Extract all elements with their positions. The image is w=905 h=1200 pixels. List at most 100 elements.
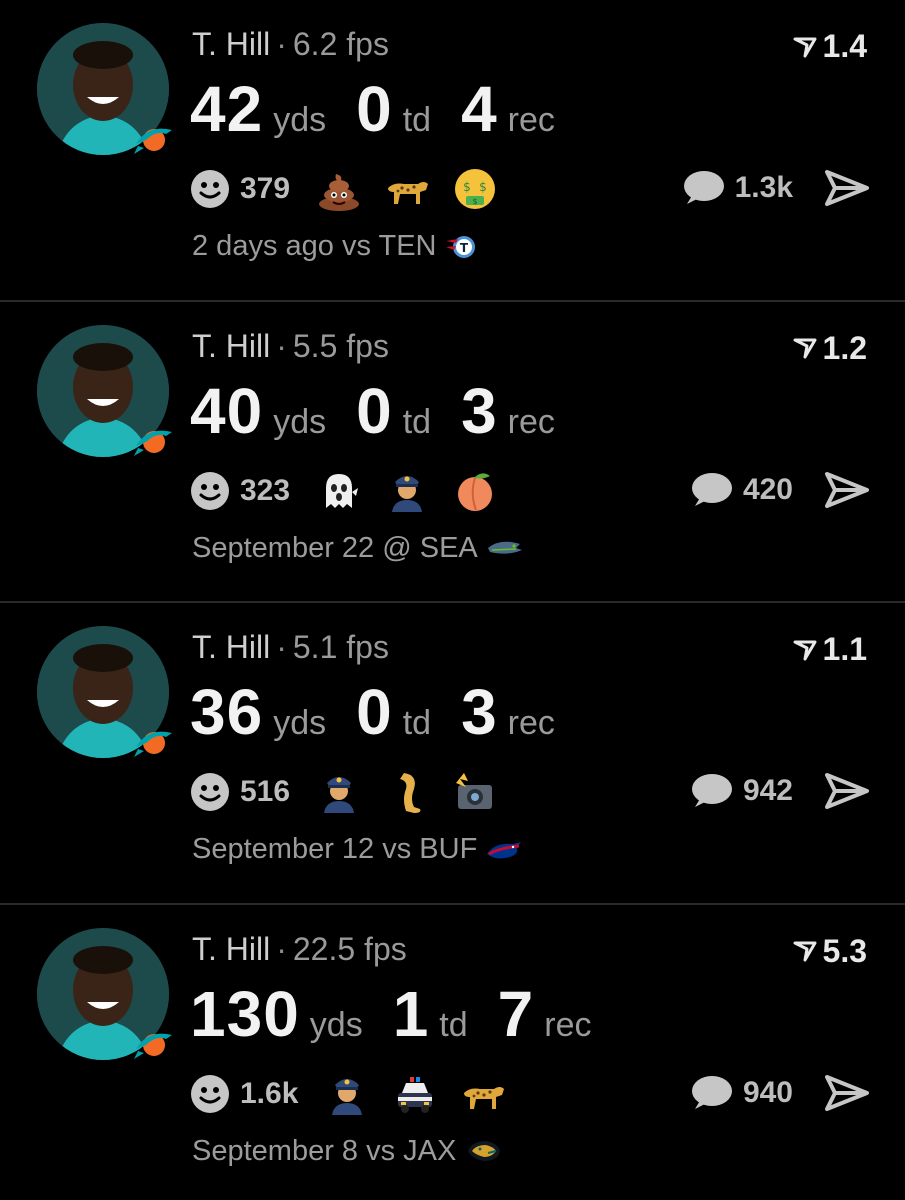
police-officer-emoji-icon[interactable] bbox=[384, 468, 430, 514]
receptions-unit: rec bbox=[507, 101, 555, 139]
receptions-unit: rec bbox=[507, 704, 555, 742]
touchdowns-unit: td bbox=[402, 101, 432, 139]
svg-text:$: $ bbox=[473, 197, 478, 206]
comment-count: 420 bbox=[742, 472, 793, 506]
game-date-opponent: 2 days ago vs TEN bbox=[192, 230, 437, 262]
yards-unit: yds bbox=[273, 402, 327, 441]
score-badge: 1.4 bbox=[793, 28, 867, 65]
stat-line: 36 yds 0 td 3 rec bbox=[190, 675, 585, 749]
receptions-value: 4 bbox=[461, 73, 498, 145]
touchdowns-value: 0 bbox=[356, 73, 393, 145]
comments-button[interactable]: 1.3k bbox=[681, 168, 793, 208]
smiley-icon[interactable] bbox=[190, 1074, 230, 1114]
camera-flash-emoji-icon[interactable] bbox=[452, 769, 498, 815]
dolphins-logo-icon bbox=[134, 128, 172, 154]
share-send-icon[interactable] bbox=[825, 470, 869, 510]
game-meta: 2 days ago vs TEN T bbox=[192, 230, 482, 263]
reaction-bar: 1.6k bbox=[190, 1071, 528, 1117]
share-send-icon[interactable] bbox=[825, 1073, 869, 1113]
dolphins-logo-icon bbox=[134, 430, 172, 456]
touchdowns-value: 0 bbox=[356, 676, 393, 748]
touchdowns-unit: td bbox=[402, 402, 432, 441]
comment-bubble-icon bbox=[683, 171, 724, 204]
seahawks-logo-icon bbox=[487, 541, 522, 554]
game-feed: T. Hill · 6.2 fps 1.4 42 yds 0 td 4 rec 379 $… bbox=[0, 0, 905, 1200]
player-name[interactable]: T. Hill bbox=[192, 931, 270, 967]
reaction-count[interactable]: 516 bbox=[240, 775, 290, 809]
score-value: 1.2 bbox=[822, 329, 867, 366]
pennant-icon bbox=[793, 338, 817, 359]
player-name-row: T. Hill · 5.5 fps bbox=[192, 327, 389, 364]
receptions-unit: rec bbox=[544, 1005, 592, 1044]
peach-emoji-icon[interactable] bbox=[452, 468, 498, 514]
game-meta: September 12 vs BUF bbox=[192, 833, 523, 866]
police-car-emoji-icon[interactable] bbox=[392, 1071, 438, 1117]
reaction-count[interactable]: 323 bbox=[240, 474, 290, 508]
police-officer-emoji-icon[interactable] bbox=[316, 769, 362, 815]
game-meta: September 22 @ SEA bbox=[192, 532, 524, 565]
money-mouth-emoji-icon[interactable]: $ $ $ bbox=[452, 166, 498, 212]
share-send-icon[interactable] bbox=[825, 168, 869, 208]
receptions-value: 7 bbox=[497, 977, 535, 1050]
svg-text:$: $ bbox=[463, 180, 471, 194]
leopard-emoji-icon[interactable] bbox=[460, 1071, 506, 1117]
game-card[interactable]: T. Hill · 22.5 fps 5.3 130 yds 1 td 7 rec 1.6… bbox=[0, 905, 905, 1200]
yards-unit: yds bbox=[309, 1005, 363, 1044]
dolphins-logo-icon bbox=[134, 1033, 172, 1059]
player-name[interactable]: T. Hill bbox=[192, 328, 270, 364]
player-name[interactable]: T. Hill bbox=[192, 26, 270, 62]
comments-button[interactable]: 942 bbox=[689, 771, 793, 811]
pennant-icon bbox=[793, 640, 817, 660]
comment-bubble-icon bbox=[691, 774, 732, 807]
pennant-icon bbox=[793, 37, 817, 57]
player-name-row: T. Hill · 5.1 fps bbox=[192, 629, 389, 665]
game-card[interactable]: T. Hill · 5.5 fps 1.2 40 yds 0 td 3 rec 323 4… bbox=[0, 302, 905, 603]
share-send-icon[interactable] bbox=[825, 771, 869, 811]
leg-emoji-icon[interactable] bbox=[384, 769, 430, 815]
jaguars-logo-icon bbox=[468, 1141, 501, 1161]
fantasy-points: 5.1 fps bbox=[292, 629, 389, 665]
game-date-opponent: September 22 @ SEA bbox=[192, 531, 478, 564]
game-card[interactable]: T. Hill · 6.2 fps 1.4 42 yds 0 td 4 rec 379 $… bbox=[0, 0, 905, 302]
stat-line: 130 yds 1 td 7 rec bbox=[190, 977, 621, 1051]
svg-text:$: $ bbox=[479, 180, 487, 194]
score-badge: 5.3 bbox=[793, 933, 867, 970]
score-value: 1.1 bbox=[822, 631, 867, 667]
poop-emoji-icon[interactable] bbox=[316, 166, 362, 212]
ghost-emoji-icon[interactable] bbox=[316, 468, 362, 514]
touchdowns-unit: td bbox=[439, 1005, 468, 1044]
smiley-icon[interactable] bbox=[190, 169, 230, 209]
yards-value: 42 bbox=[190, 73, 264, 145]
titans-logo-icon: T bbox=[446, 235, 476, 258]
score-value: 1.4 bbox=[822, 28, 867, 64]
comments-button[interactable]: 940 bbox=[689, 1073, 793, 1113]
score-value: 5.3 bbox=[822, 932, 867, 969]
game-card[interactable]: T. Hill · 5.1 fps 1.1 36 yds 0 td 3 rec 516 9… bbox=[0, 603, 905, 905]
player-name-row: T. Hill · 6.2 fps bbox=[192, 26, 389, 62]
smiley-icon[interactable] bbox=[190, 471, 230, 511]
score-badge: 1.1 bbox=[793, 631, 867, 668]
smiley-icon[interactable] bbox=[190, 772, 230, 812]
touchdowns-value: 0 bbox=[356, 374, 393, 447]
yards-unit: yds bbox=[273, 704, 327, 742]
game-date-opponent: September 12 vs BUF bbox=[192, 833, 478, 865]
leopard-emoji-icon[interactable] bbox=[384, 166, 430, 212]
receptions-value: 3 bbox=[461, 374, 498, 447]
comment-bubble-icon bbox=[691, 1075, 732, 1109]
player-name-row: T. Hill · 22.5 fps bbox=[192, 930, 407, 967]
bills-logo-icon bbox=[487, 841, 522, 858]
game-date-opponent: September 8 vs JAX bbox=[192, 1134, 457, 1167]
comments-button[interactable]: 420 bbox=[689, 470, 793, 510]
fantasy-points: 5.5 fps bbox=[292, 327, 389, 364]
police-officer-emoji-icon[interactable] bbox=[324, 1071, 370, 1117]
fantasy-points: 22.5 fps bbox=[292, 930, 407, 967]
stat-line: 40 yds 0 td 3 rec bbox=[190, 374, 585, 448]
yards-unit: yds bbox=[273, 101, 327, 139]
player-name[interactable]: T. Hill bbox=[192, 629, 270, 665]
yards-value: 130 bbox=[190, 977, 300, 1050]
reaction-count[interactable]: 379 bbox=[240, 172, 290, 206]
comment-count: 942 bbox=[742, 774, 793, 807]
yards-value: 36 bbox=[190, 676, 264, 748]
reaction-count[interactable]: 1.6k bbox=[240, 1077, 298, 1111]
score-badge: 1.2 bbox=[793, 330, 867, 367]
